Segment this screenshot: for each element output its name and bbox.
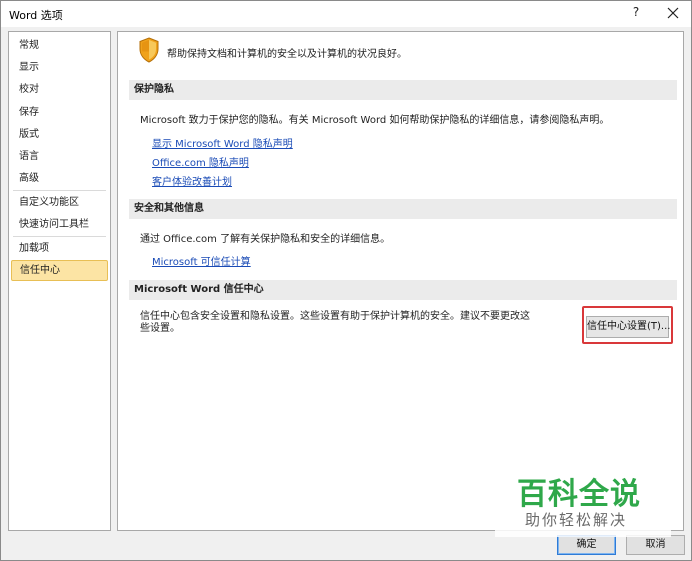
ok-button[interactable]: 确定	[557, 535, 616, 555]
office-privacy-statement-link[interactable]: Office.com 隐私声明	[152, 154, 249, 169]
dialog-title: Word 选项	[9, 9, 63, 22]
word-options-dialog: Word 选项 ? 常规 显示 校对 保存 版式 语言 高级 自定义功能区 快速…	[0, 0, 692, 561]
options-sidebar: 常规 显示 校对 保存 版式 语言 高级 自定义功能区 快速访问工具栏 加载项 …	[8, 31, 111, 531]
sidebar-item-customize-ribbon[interactable]: 自定义功能区	[11, 192, 108, 213]
privacy-section-header: 保护隐私	[129, 80, 677, 100]
sidebar-item-save[interactable]: 保存	[11, 102, 108, 123]
close-icon[interactable]	[665, 4, 681, 22]
sidebar-item-advanced[interactable]: 高级	[11, 168, 108, 189]
sidebar-divider	[13, 236, 106, 237]
cancel-button[interactable]: 取消	[626, 535, 685, 555]
trust-center-settings-button[interactable]: 信任中心设置(T)...	[586, 316, 670, 338]
sidebar-divider	[13, 190, 106, 191]
sidebar-item-display[interactable]: 显示	[11, 57, 108, 78]
trustworthy-computing-link[interactable]: Microsoft 可信任计算	[152, 253, 251, 268]
trust-center-panel: 帮助保持文档和计算机的安全以及计算机的状况良好。 保护隐私 Microsoft …	[117, 31, 684, 531]
shield-icon	[138, 37, 160, 63]
help-button[interactable]: ?	[629, 5, 643, 19]
trust-center-section-header: Microsoft Word 信任中心	[129, 280, 677, 300]
customer-experience-program-link[interactable]: 客户体验改善计划	[152, 173, 232, 188]
sidebar-item-add-ins[interactable]: 加载项	[11, 238, 108, 259]
word-privacy-statement-link[interactable]: 显示 Microsoft Word 隐私声明	[152, 135, 293, 150]
trust-center-description: 信任中心包含安全设置和隐私设置。这些设置有助于保护计算机的安全。建议不要更改这些…	[140, 311, 530, 334]
security-description: 通过 Office.com 了解有关保护隐私和安全的详细信息。	[140, 234, 391, 245]
security-status-text: 帮助保持文档和计算机的安全以及计算机的状况良好。	[167, 49, 407, 60]
sidebar-item-proofing[interactable]: 校对	[11, 79, 108, 100]
privacy-description: Microsoft 致力于保护您的隐私。有关 Microsoft Word 如何…	[140, 115, 610, 126]
security-section-header: 安全和其他信息	[129, 199, 677, 219]
title-bar: Word 选项 ?	[1, 1, 691, 27]
sidebar-item-quick-access-toolbar[interactable]: 快速访问工具栏	[11, 214, 108, 235]
sidebar-item-general[interactable]: 常规	[11, 35, 108, 56]
sidebar-item-language[interactable]: 语言	[11, 146, 108, 167]
watermark-subtitle: 助你轻松解决	[525, 511, 628, 529]
sidebar-item-trust-center[interactable]: 信任中心	[11, 260, 108, 281]
sidebar-item-layout[interactable]: 版式	[11, 124, 108, 145]
watermark: 百科全说 助你轻松解决	[495, 467, 671, 537]
watermark-title: 百科全说	[517, 477, 641, 512]
